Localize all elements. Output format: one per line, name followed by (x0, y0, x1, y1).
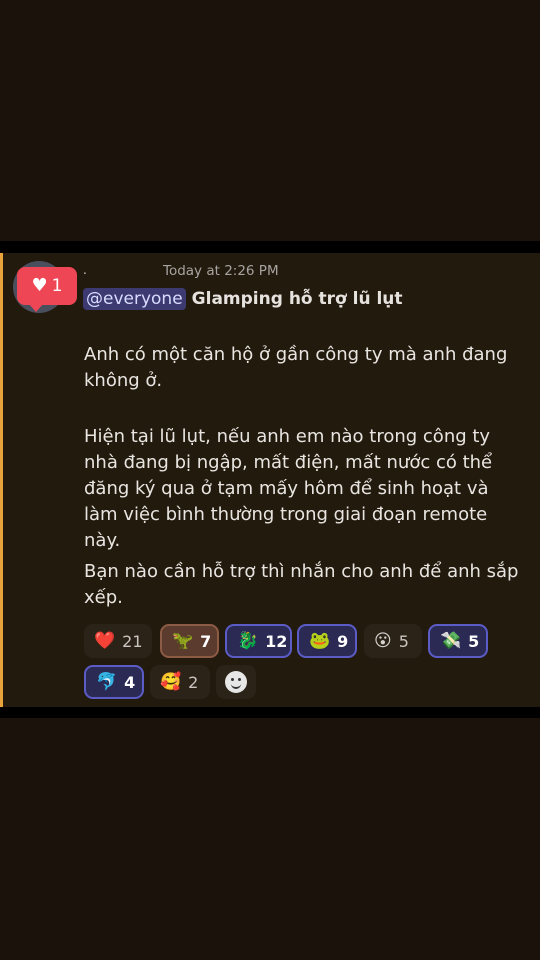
reaction-count: 5 (398, 631, 409, 651)
add-reaction-button[interactable] (216, 665, 256, 699)
reaction-count: 5 (468, 631, 480, 651)
message-paragraph: Hiện tại lũ lụt, nếu anh em nào trong cô… (84, 426, 493, 551)
surprised-face-icon: 😮 (374, 630, 392, 651)
separator-bottom (0, 707, 540, 718)
like-count: 1 (51, 276, 63, 296)
separator-top (0, 241, 540, 253)
reaction-hug[interactable]: 🥰 2 (150, 665, 210, 699)
smiley-add-reaction-icon (225, 671, 247, 693)
reaction-fish[interactable]: 🐬 4 (84, 665, 144, 699)
reaction-count: 9 (337, 631, 349, 651)
heart-icon: ♥ (31, 275, 48, 296)
reaction-heart[interactable]: ❤️ 21 (84, 624, 152, 658)
author-name[interactable]: . (83, 263, 87, 277)
reaction-count: 21 (122, 631, 143, 651)
reaction-frog[interactable]: 🐸 9 (297, 624, 357, 658)
reaction-count: 12 (265, 631, 288, 651)
reaction-count: 2 (188, 672, 199, 692)
dragon-icon: 🐉 (237, 630, 259, 651)
chat-message: ♥ 1 . Today at 2:26 PM @everyone Glampin… (0, 253, 540, 707)
message-paragraph: Anh có một căn hộ ở gần công ty mà anh đ… (84, 344, 508, 391)
reaction-count: 4 (124, 672, 136, 692)
money-icon: 💸 (440, 630, 462, 651)
creature-icon: 🦖 (172, 630, 194, 651)
like-badge[interactable]: ♥ 1 (17, 267, 77, 312)
message-title: Glamping hỗ trợ lũ lụt (191, 289, 403, 309)
reaction-creature[interactable]: 🦖 7 (160, 624, 219, 658)
reaction-face[interactable]: 😮 5 (364, 624, 422, 658)
top-background (0, 0, 540, 241)
fish-icon: 🐬 (96, 671, 118, 692)
message-title-line: @everyone Glamping hỗ trợ lũ lụt (83, 286, 403, 312)
message-paragraph: Bạn nào cần hỗ trợ thì nhắn cho anh để a… (84, 561, 519, 608)
frog-icon: 🐸 (309, 630, 331, 651)
mention-highlight-bar (0, 253, 3, 707)
mention-everyone[interactable]: @everyone (83, 288, 186, 310)
bottom-background (0, 718, 540, 960)
reaction-count: 7 (200, 631, 212, 651)
reaction-money[interactable]: 💸 5 (428, 624, 488, 658)
message-timestamp: Today at 2:26 PM (163, 263, 279, 279)
red-heart-icon: ❤️ (94, 630, 116, 651)
reaction-dragon[interactable]: 🐉 12 (225, 624, 292, 658)
hugging-face-icon: 🥰 (160, 671, 182, 692)
